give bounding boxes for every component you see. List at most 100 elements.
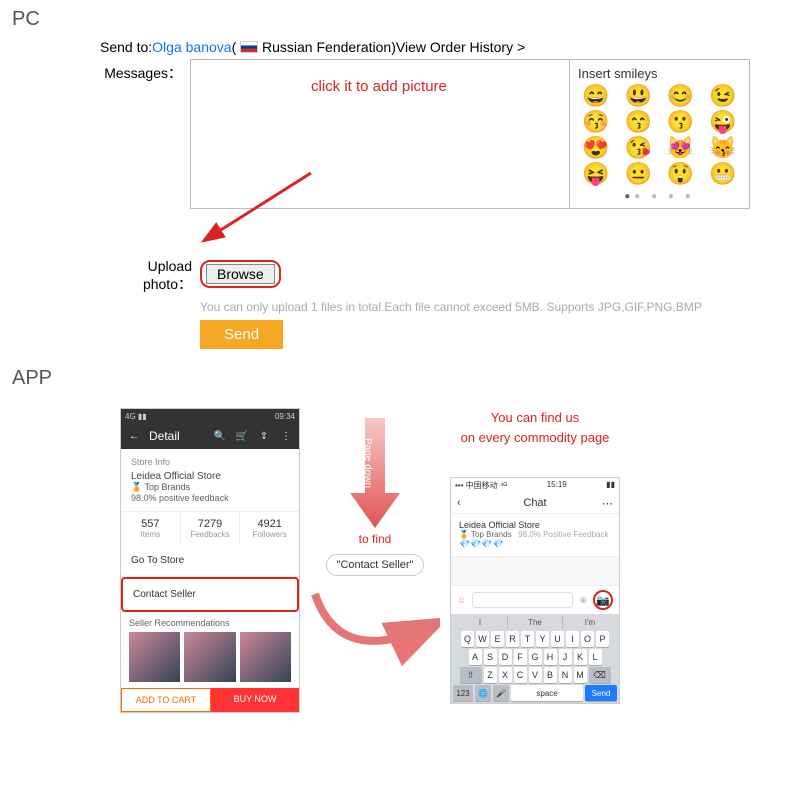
kb-backspace[interactable]: ⌫ <box>589 667 611 683</box>
kb-globe-icon[interactable]: 🌐 <box>475 685 491 701</box>
chat-title: Chat <box>523 497 546 509</box>
kb-key[interactable]: R <box>506 631 519 647</box>
section-app-title: APP <box>0 359 800 398</box>
emoji[interactable]: 😊 <box>663 85 699 107</box>
kb-suggestion[interactable]: The <box>508 616 563 629</box>
kb-key[interactable]: I <box>566 631 579 647</box>
kb-suggestion[interactable]: I <box>453 616 508 629</box>
kb-key[interactable]: Y <box>536 631 549 647</box>
pager-dots[interactable]: ●● ● ● ● <box>578 191 741 202</box>
stat-feedbacks[interactable]: 7279Feedbacks <box>181 512 241 545</box>
emoji[interactable]: 😬 <box>705 163 741 185</box>
stat-followers[interactable]: 4921Followers <box>240 512 299 545</box>
emoji[interactable]: 😽 <box>705 137 741 159</box>
emoji[interactable]: 😍 <box>578 137 614 159</box>
view-order-history-link[interactable]: View Order History > <box>396 39 525 55</box>
seller-recs-label: Seller Recommendations <box>129 618 291 628</box>
kb-key[interactable]: M <box>574 667 587 683</box>
emoji[interactable]: 😉 <box>705 85 741 107</box>
rec-image[interactable] <box>240 632 291 682</box>
kb-numbers[interactable]: 123 <box>453 685 473 701</box>
chat-store-name: Leidea Official Store <box>459 520 611 530</box>
kb-key[interactable]: T <box>521 631 534 647</box>
emoji[interactable]: 😻 <box>663 137 699 159</box>
more-icon[interactable]: ⋮ <box>279 431 293 442</box>
cart-icon[interactable]: 🛒 <box>235 431 249 442</box>
kb-key[interactable]: L <box>589 649 602 665</box>
kb-key[interactable]: J <box>559 649 572 665</box>
emoji[interactable]: 😙 <box>620 111 656 133</box>
kb-key[interactable]: O <box>581 631 594 647</box>
section-pc-title: PC <box>0 0 800 39</box>
kb-key[interactable]: D <box>499 649 512 665</box>
emoji[interactable]: 😃 <box>620 85 656 107</box>
kb-key[interactable]: G <box>529 649 542 665</box>
country: Russian Fenderation <box>262 39 391 55</box>
svg-text:Page down: Page down <box>362 438 373 488</box>
emoji[interactable]: 😝 <box>578 163 614 185</box>
back-icon[interactable]: ‹ <box>457 497 461 509</box>
back-icon[interactable]: ← <box>127 431 141 442</box>
phone2-status-bar: ••• 中国移动 ⁴ᴳ15:19▮▮ <box>451 478 619 493</box>
kb-key[interactable]: K <box>574 649 587 665</box>
rec-image[interactable] <box>129 632 180 682</box>
recipient-name[interactable]: Olga banova <box>152 39 231 55</box>
go-to-store[interactable]: Go To Store <box>121 545 299 577</box>
message-textarea[interactable]: click it to add picture <box>191 60 569 208</box>
search-icon[interactable]: 🔍 <box>213 431 227 442</box>
kb-mic-icon[interactable]: 🎤 <box>493 685 509 701</box>
emoji[interactable]: 😜 <box>705 111 741 133</box>
emoji[interactable]: 😲 <box>663 163 699 185</box>
send-to-line: Send to:Olga banova( Russian Fenderation… <box>100 39 780 55</box>
emoji[interactable]: 😐 <box>620 163 656 185</box>
kb-key[interactable]: H <box>544 649 557 665</box>
kb-key[interactable]: V <box>529 667 542 683</box>
chat-messages-area[interactable] <box>451 557 619 585</box>
emoji[interactable]: 😄 <box>578 85 614 107</box>
emoji-grid: 😄 😃 😊 😉 😚 😙 😗 😜 😍 😘 😻 😽 😝 😐 😲 😬 <box>578 85 741 185</box>
curve-arrow-icon <box>310 584 440 674</box>
contact-seller[interactable]: Contact Seller <box>121 577 299 612</box>
kb-key[interactable]: B <box>544 667 557 683</box>
send-button[interactable]: Send <box>200 320 283 349</box>
emoji[interactable]: 😘 <box>620 137 656 159</box>
add-to-cart-button[interactable]: ADD TO CART <box>121 688 211 712</box>
share-icon[interactable]: ⇪ <box>257 431 271 442</box>
buy-now-button[interactable]: BUY NOW <box>211 688 299 712</box>
messages-label: Messages： <box>100 59 190 83</box>
annotation-click-add: click it to add picture <box>311 78 569 95</box>
kb-key[interactable]: C <box>514 667 527 683</box>
kb-key[interactable]: F <box>514 649 527 665</box>
kb-key[interactable]: E <box>491 631 504 647</box>
browse-highlight: Browse <box>200 260 281 288</box>
arrow-icon <box>201 168 321 248</box>
send-to-label: Send to: <box>100 39 152 55</box>
browse-button[interactable]: Browse <box>206 264 275 284</box>
kb-key[interactable]: N <box>559 667 572 683</box>
kb-key[interactable]: Z <box>484 667 497 683</box>
emoji[interactable]: 😗 <box>663 111 699 133</box>
phone-header: ← Detail 🔍 🛒 ⇪ ⋮ <box>121 423 299 449</box>
kb-suggestion[interactable]: I'm <box>563 616 617 629</box>
store-stats: 557Items 7279Feedbacks 4921Followers <box>121 512 299 545</box>
more-icon[interactable]: ⋯ <box>602 497 613 510</box>
chat-header: ‹ Chat ⋯ <box>451 493 619 514</box>
kb-key[interactable]: A <box>469 649 482 665</box>
stat-items[interactable]: 557Items <box>121 512 181 545</box>
kb-key[interactable]: X <box>499 667 512 683</box>
emoji-icon[interactable]: ☺ <box>457 595 466 605</box>
plus-icon[interactable]: ⊕ <box>579 595 587 606</box>
emoji[interactable]: 😚 <box>578 111 614 133</box>
kb-key[interactable]: Q <box>461 631 474 647</box>
kb-shift[interactable]: ⇧ <box>460 667 482 683</box>
rec-image[interactable] <box>184 632 235 682</box>
kb-key[interactable]: P <box>596 631 609 647</box>
camera-icon[interactable]: 📷 <box>593 590 613 610</box>
kb-key[interactable]: U <box>551 631 564 647</box>
kb-key[interactable]: S <box>484 649 497 665</box>
upload-photo-label: Upload photo： <box>100 254 200 294</box>
chat-input[interactable] <box>472 592 573 608</box>
kb-send[interactable]: Send <box>585 685 617 701</box>
kb-key[interactable]: W <box>476 631 489 647</box>
kb-space[interactable]: space <box>511 685 583 701</box>
